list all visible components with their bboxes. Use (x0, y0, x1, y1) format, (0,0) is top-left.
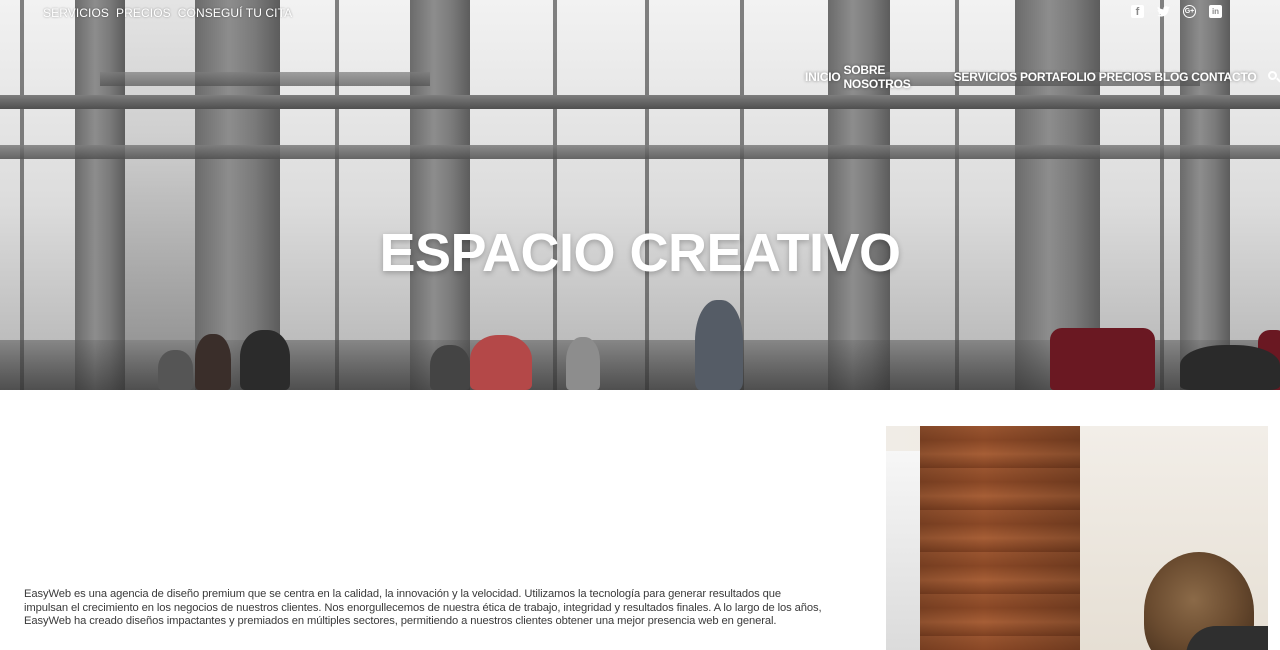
hero-title: ESPACIO CREATIVO (379, 223, 901, 283)
top-utility-nav: SERVICIOS PRECIOS CONSEGUÍ TU CITA (43, 6, 292, 20)
nav-item-servicios[interactable]: SERVICIOS (954, 70, 1018, 84)
social-links: f G+ in (1131, 5, 1222, 18)
search-icon[interactable] (1267, 70, 1280, 84)
google-plus-icon[interactable]: G+ (1183, 5, 1196, 18)
twitter-icon[interactable] (1157, 5, 1170, 18)
main-nav: INICIO SOBRE NOSOTROS SERVICIOS PORTAFOL… (805, 63, 1280, 91)
nav-item-precios[interactable]: PRECIOS (1099, 70, 1152, 84)
nav-item-blog[interactable]: BLOG (1154, 70, 1188, 84)
top-link-cita[interactable]: CONSEGUÍ TU CITA (178, 6, 293, 20)
facebook-icon[interactable]: f (1131, 5, 1144, 18)
top-link-servicios[interactable]: SERVICIOS (43, 6, 109, 20)
nav-item-portafolio[interactable]: PORTAFOLIO (1020, 70, 1096, 84)
linkedin-icon[interactable]: in (1209, 5, 1222, 18)
hero-section: SERVICIOS PRECIOS CONSEGUÍ TU CITA f G+ … (0, 0, 1280, 390)
nav-item-contacto[interactable]: CONTACTO (1191, 70, 1256, 84)
about-paragraph: EasyWeb es una agencia de diseño premium… (24, 588, 822, 628)
nav-item-sobre-nosotros[interactable]: SOBRE NOSOTROS (843, 63, 950, 91)
team-photo (886, 426, 1268, 650)
top-link-precios[interactable]: PRECIOS (116, 6, 171, 20)
nav-item-inicio[interactable]: INICIO (805, 70, 841, 84)
